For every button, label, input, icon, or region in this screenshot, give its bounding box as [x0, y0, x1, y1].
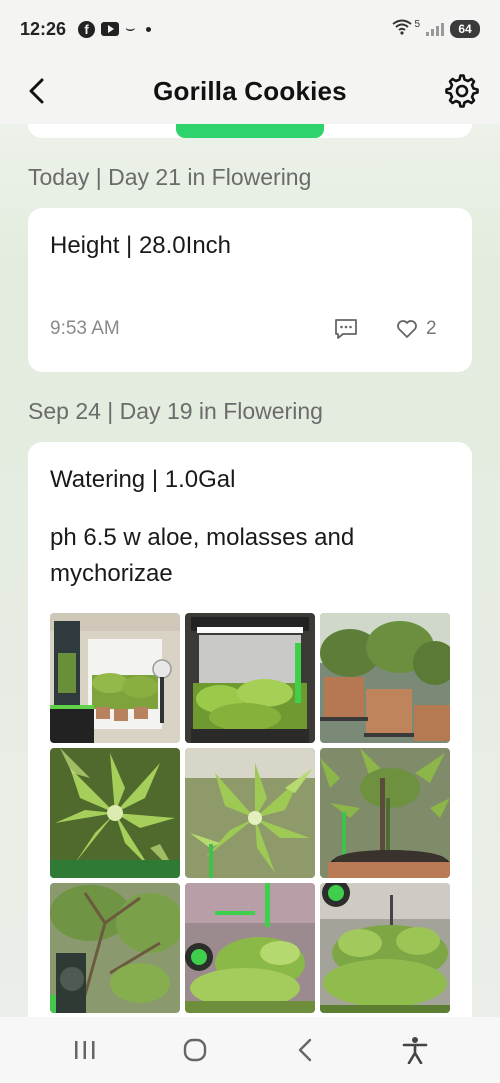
home-icon — [183, 1038, 207, 1062]
comment-button[interactable] — [334, 318, 360, 342]
settings-button[interactable] — [444, 73, 480, 109]
wifi-label: 5 — [414, 18, 420, 30]
log-entry-card[interactable]: Watering | 1.0Gal ph 6.5 w aloe, molasse… — [28, 442, 472, 1017]
gear-icon — [445, 74, 479, 108]
status-right: 5 64 — [392, 19, 480, 40]
amazon-icon: ⌣ — [125, 20, 136, 37]
photo-thumbnail[interactable] — [320, 748, 450, 878]
status-time: 12:26 — [20, 18, 67, 39]
system-back-button[interactable] — [285, 1030, 325, 1070]
notification-icons: f ⌣ — [78, 20, 151, 38]
comment-icon — [335, 319, 357, 339]
more-notifications-icon — [145, 26, 151, 32]
like-count: 2 — [426, 318, 437, 339]
accessibility-button[interactable] — [395, 1030, 435, 1070]
back-button[interactable] — [22, 76, 52, 106]
photo-thumbnail[interactable] — [320, 613, 450, 743]
photo-thumbnail[interactable] — [50, 613, 180, 743]
date-heading: Sep 24 | Day 19 in Flowering — [28, 398, 323, 424]
signal-icon — [426, 22, 444, 36]
back-icon — [298, 1038, 312, 1062]
photo-thumbnail[interactable] — [50, 883, 180, 1013]
timeline-content[interactable]: Today | Day 21 in Flowering Height | 28.… — [0, 124, 500, 1017]
entry-note: ph 6.5 w aloe, molasses and mychorizae — [50, 524, 355, 587]
recent-apps-icon — [75, 1041, 95, 1059]
entry-title: Watering | 1.0Gal — [50, 466, 236, 493]
wifi-icon — [392, 19, 414, 40]
battery-icon: 64 — [450, 20, 480, 38]
log-entry-card[interactable]: Height | 28.0Inch 9:53 AM 2 — [28, 208, 472, 372]
system-nav-bar — [0, 1017, 500, 1083]
chevron-left-icon — [29, 78, 44, 104]
app-header: Gorilla Cookies — [0, 58, 500, 124]
entry-title: Height | 28.0Inch — [50, 232, 232, 259]
accessibility-icon — [402, 1037, 428, 1064]
date-heading: Today | Day 21 in Flowering — [28, 164, 312, 190]
photo-thumbnail[interactable] — [185, 613, 315, 743]
recent-apps-button[interactable] — [65, 1030, 105, 1070]
photo-grid — [50, 613, 450, 1013]
photo-thumbnail[interactable] — [185, 748, 315, 878]
home-button[interactable] — [175, 1030, 215, 1070]
heart-icon — [397, 320, 417, 338]
photo-thumbnail[interactable] — [185, 883, 315, 1013]
youtube-icon — [101, 22, 120, 36]
entry-time: 9:53 AM — [50, 318, 120, 339]
photo-thumbnail[interactable] — [50, 748, 180, 878]
photo-thumbnail[interactable] — [320, 883, 450, 1013]
page-title: Gorilla Cookies — [153, 75, 347, 106]
status-bar: 12:26 f ⌣ 5 64 — [0, 0, 500, 58]
facebook-icon: f — [78, 20, 96, 38]
like-button[interactable]: 2 — [396, 318, 437, 340]
previous-card-action-button[interactable] — [176, 124, 324, 138]
